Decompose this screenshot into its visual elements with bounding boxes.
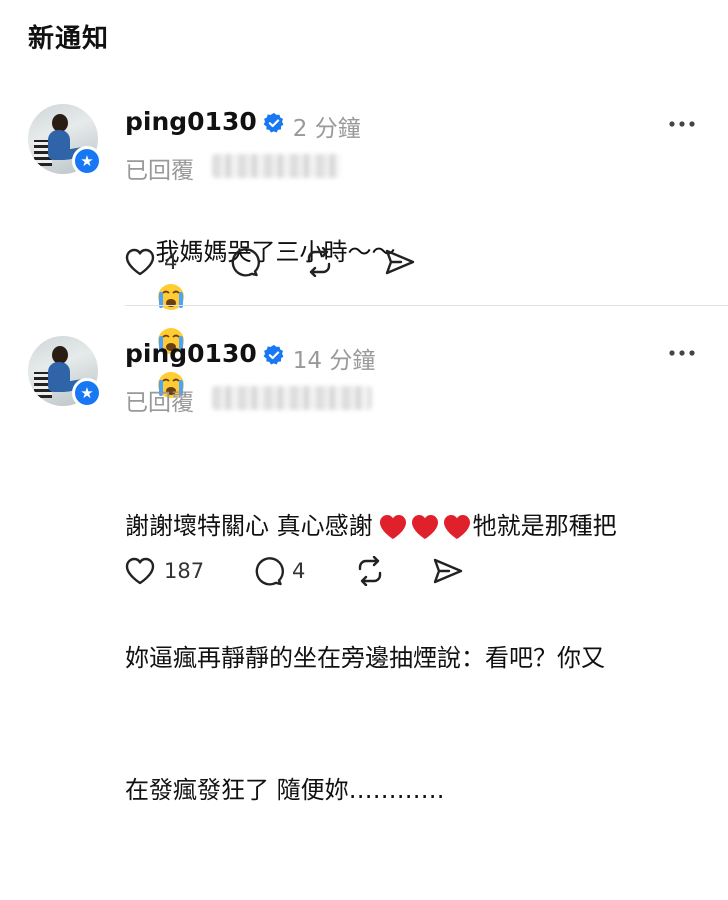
like-count: 187	[164, 559, 205, 583]
verified-icon	[263, 344, 284, 365]
username[interactable]: ping0130	[125, 339, 257, 368]
page-title: 新通知	[28, 24, 110, 54]
comment-button[interactable]: 4	[252, 556, 305, 586]
blurred-recipient	[212, 154, 340, 178]
post-line-1: 謝謝壞特關心 真心感謝 牠就是那種把	[125, 504, 715, 548]
timestamp: 14 分鐘	[292, 348, 376, 374]
like-button[interactable]: 4	[124, 247, 177, 277]
post-content: 我媽媽哭了三小時～～	[125, 186, 715, 450]
share-button[interactable]	[432, 556, 464, 586]
share-icon	[385, 249, 415, 275]
reply-label: 已回覆	[125, 390, 194, 416]
post-text: 牠就是那種把	[472, 512, 617, 540]
heart-icon	[125, 248, 155, 276]
star-badge-icon: ★	[72, 378, 102, 408]
username[interactable]: ping0130	[125, 107, 257, 136]
post-line-3: 在發瘋發狂了 隨便妳…………	[125, 776, 445, 804]
comment-button[interactable]	[228, 247, 260, 277]
divider	[125, 305, 728, 306]
red-heart-emoji	[411, 515, 438, 539]
heart-icon	[125, 557, 155, 585]
share-button[interactable]	[384, 247, 416, 277]
like-count: 4	[164, 250, 178, 274]
post-text: 謝謝壞特關心 真心感謝	[125, 512, 373, 540]
more-icon[interactable]	[668, 347, 696, 359]
post-text: 我媽媽哭了三小時～～	[155, 238, 396, 266]
repost-button[interactable]	[303, 247, 335, 277]
like-button[interactable]: 187	[124, 556, 204, 586]
reply-count: 4	[292, 559, 306, 583]
post-content: 謝謝壞特關心 真心感謝 牠就是那種把 妳逼瘋再靜靜的坐在旁邊抽煙說：看吧？你又 在…	[125, 416, 715, 900]
red-heart-emoji	[379, 515, 406, 539]
share-icon	[433, 558, 463, 584]
repost-button[interactable]	[354, 556, 386, 586]
post-line-2: 妳逼瘋再靜靜的坐在旁邊抽煙說：看吧？你又	[125, 644, 605, 672]
reply-label: 已回覆	[125, 158, 194, 184]
red-heart-emoji	[443, 515, 470, 539]
more-icon[interactable]	[668, 118, 696, 130]
crying-face-emoji	[157, 284, 184, 310]
comment-icon	[231, 248, 260, 277]
star-badge-icon: ★	[72, 146, 102, 176]
repost-icon	[307, 247, 331, 277]
comment-icon	[255, 557, 284, 586]
verified-icon	[263, 112, 284, 133]
repost-icon	[358, 556, 382, 586]
timestamp: 2 分鐘	[292, 116, 361, 142]
blurred-recipient	[212, 386, 372, 410]
